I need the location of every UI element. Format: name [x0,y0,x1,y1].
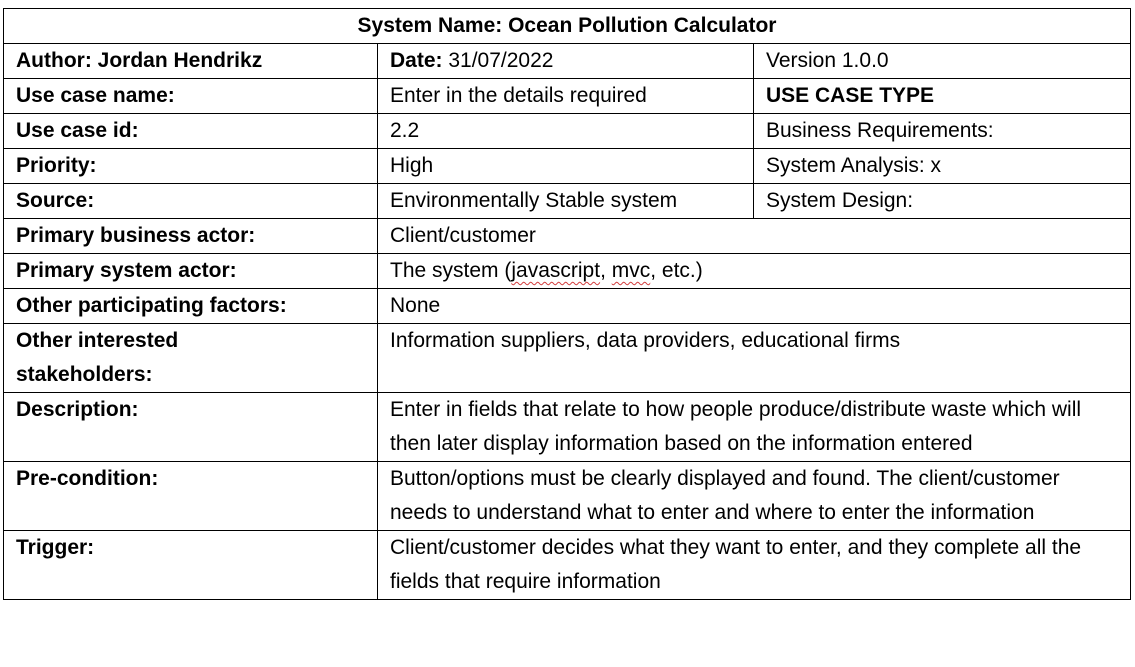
value-suffix: , etc.) [650,259,703,282]
table-row: Priority: High System Analysis: x [3,148,1131,184]
primary-system-actor-value: The system (javascript, mvc, etc.) [377,253,1131,289]
date-label: Date: [390,49,443,72]
system-analysis-type: System Analysis: x [753,148,1131,184]
spellcheck-word: mvc [611,259,651,282]
primary-business-actor-value: Client/customer [377,218,1131,254]
description-value: Enter in fields that relate to how peopl… [377,392,1131,462]
primary-business-actor-label: Primary business actor: [3,218,378,254]
other-participating-factors-value: None [377,288,1131,324]
priority-label: Priority: [3,148,378,184]
use-case-name-value: Enter in the details required [377,78,754,114]
use-case-id-value: 2.2 [377,113,754,149]
system-design-type: System Design: [753,183,1131,219]
version-cell: Version 1.0.0 [753,43,1131,79]
table-row: Primary system actor: The system (javasc… [3,253,1131,289]
other-participating-factors-label: Other participating factors: [3,288,378,324]
date-cell: Date: 31/07/2022 [377,43,754,79]
value-separator: , [600,259,612,282]
table-row: Other participating factors: None [3,288,1131,324]
author-value: Jordan Hendrikz [97,49,263,72]
description-label: Description: [3,392,378,462]
priority-value: High [377,148,754,184]
date-value: 31/07/2022 [448,49,554,72]
table-row: Source: Environmentally Stable system Sy… [3,183,1131,219]
table-row: Primary business actor: Client/customer [3,218,1131,254]
table-row: Other interested stakeholders: Informati… [3,323,1131,393]
use-case-name-label: Use case name: [3,78,378,114]
value-prefix: The system ( [390,259,512,282]
table-row: Pre-condition: Button/options must be cl… [3,461,1131,531]
other-interested-stakeholders-value: Information suppliers, data providers, e… [377,323,1131,393]
other-interested-stakeholders-label: Other interested stakeholders: [3,323,378,393]
system-name-title: System Name: Ocean Pollution Calculator [3,8,1131,44]
pre-condition-label: Pre-condition: [3,461,378,531]
spellcheck-word: javascript [511,259,601,282]
trigger-value: Client/customer decides what they want t… [377,530,1131,600]
table-row: Trigger: Client/customer decides what th… [3,530,1131,600]
trigger-label: Trigger: [3,530,378,600]
author-cell: Author: Jordan Hendrikz [3,43,378,79]
table-row: Use case id: 2.2 Business Requirements: [3,113,1131,149]
primary-system-actor-label: Primary system actor: [3,253,378,289]
business-requirements-type: Business Requirements: [753,113,1131,149]
use-case-table: System Name: Ocean Pollution Calculator … [3,8,1131,600]
author-label: Author: [16,49,92,72]
use-case-type-heading: USE CASE TYPE [753,78,1131,114]
source-label: Source: [3,183,378,219]
title-row: System Name: Ocean Pollution Calculator [3,8,1131,44]
table-row: Description: Enter in fields that relate… [3,392,1131,462]
header-row: Author: Jordan Hendrikz Date: 31/07/2022… [3,43,1131,79]
pre-condition-value: Button/options must be clearly displayed… [377,461,1131,531]
use-case-id-label: Use case id: [3,113,378,149]
source-value: Environmentally Stable system [377,183,754,219]
table-row: Use case name: Enter in the details requ… [3,78,1131,114]
